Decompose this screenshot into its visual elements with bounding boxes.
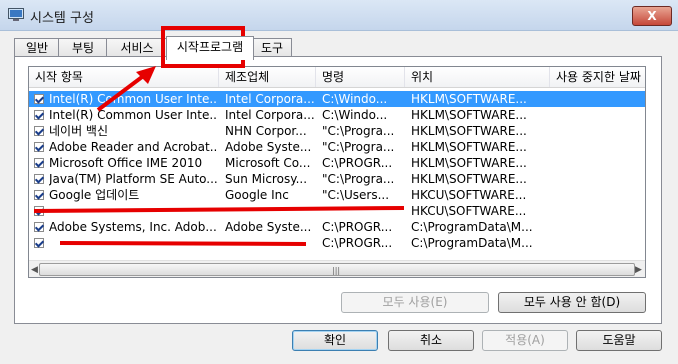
- manufacturer-cell: Microsoft Co...: [225, 156, 311, 170]
- checkbox[interactable]: [34, 174, 44, 184]
- table-row[interactable]: Java(TM) Platform SE Auto... Sun Microsy…: [29, 171, 645, 187]
- tab-boot[interactable]: 부팅: [58, 38, 108, 58]
- command-cell: C:\PROGR...: [322, 156, 393, 170]
- checkbox[interactable]: [34, 126, 44, 136]
- manufacturer-cell: Intel Corpora...: [225, 92, 315, 106]
- manufacturer-cell: NHN Corpor...: [225, 124, 307, 138]
- location-cell: HKCU\SOFTWARE...: [411, 204, 527, 218]
- startup-item-cell: Google 업데이트: [49, 188, 140, 202]
- cancel-button[interactable]: 취소: [388, 330, 474, 351]
- enable-all-button[interactable]: 모두 사용(E): [341, 292, 489, 313]
- location-cell: HKLM\SOFTWARE...: [411, 124, 527, 138]
- location-cell: HKLM\SOFTWARE...: [411, 156, 527, 170]
- checkbox[interactable]: [34, 142, 44, 152]
- location-cell: HKLM\SOFTWARE...: [411, 92, 527, 106]
- startup-item-cell: Adobe Systems, Inc. Adob...: [49, 220, 217, 234]
- location-cell: HKLM\SOFTWARE...: [411, 172, 527, 186]
- checkbox[interactable]: [34, 206, 44, 216]
- checkbox[interactable]: [34, 158, 44, 168]
- command-cell: "C:\Progra...: [322, 124, 395, 138]
- table-row[interactable]: 네이버 백신 NHN Corpor... "C:\Progra... HKLM\…: [29, 123, 645, 139]
- horizontal-scrollbar[interactable]: ◀ ||| ▶: [29, 260, 645, 277]
- location-cell: C:\ProgramData\M...: [411, 236, 533, 250]
- table-row[interactable]: Google 업데이트 Google Inc "C:\Users... HKCU…: [29, 187, 645, 203]
- tab-services[interactable]: 서비스: [106, 38, 168, 58]
- checkbox[interactable]: [34, 110, 44, 120]
- system-config-icon: [8, 8, 24, 21]
- close-button[interactable]: X: [632, 6, 672, 26]
- window-title: 시스템 구성: [30, 11, 94, 26]
- manufacturer-cell: Google Inc: [225, 188, 289, 202]
- checkbox[interactable]: [34, 238, 44, 248]
- table-row[interactable]: Intel(R) Common User Inte... Intel Corpo…: [29, 107, 645, 123]
- disable-all-button[interactable]: 모두 사용 안 함(D): [498, 292, 646, 313]
- grip-icon: |||: [332, 266, 341, 275]
- startup-list[interactable]: 시작 항목 제조업체 명령 위치 사용 중지한 날짜 Intel(R) Comm…: [28, 66, 646, 278]
- startup-item-cell: [49, 203, 217, 219]
- scroll-right-icon[interactable]: ▶: [635, 265, 642, 275]
- table-row[interactable]: Intel(R) Common User Inte... Intel Corpo…: [29, 91, 645, 107]
- column-header-disabled-date[interactable]: 사용 중지한 날짜: [550, 67, 645, 87]
- table-row[interactable]: Microsoft Office IME 2010 Microsoft Co..…: [29, 155, 645, 171]
- table-row[interactable]: Adobe Systems, Inc. Adob... Adobe Syste.…: [29, 219, 645, 235]
- checkbox[interactable]: [34, 222, 44, 232]
- command-cell: C:\Windo...: [322, 108, 388, 122]
- manufacturer-cell: [225, 235, 315, 251]
- location-cell: C:\ProgramData\M...: [411, 220, 533, 234]
- table-row[interactable]: HKCU\SOFTWARE...: [29, 203, 645, 219]
- location-cell: HKLM\SOFTWARE...: [411, 108, 527, 122]
- startup-item-cell: Intel(R) Common User Inte...: [49, 108, 217, 122]
- checkbox[interactable]: [34, 190, 44, 200]
- command-cell: C:\PROGR...: [322, 220, 393, 234]
- manufacturer-cell: [225, 203, 315, 219]
- manufacturer-cell: Sun Microsy...: [225, 172, 308, 186]
- tab-general[interactable]: 일반: [14, 38, 60, 58]
- table-row[interactable]: C:\PROGR... C:\ProgramData\M...: [29, 235, 645, 251]
- help-button[interactable]: 도움말: [576, 330, 662, 351]
- ok-button[interactable]: 확인: [292, 330, 378, 351]
- command-cell: C:\Windo...: [322, 92, 388, 106]
- table-row[interactable]: Adobe Reader and Acrobat... Adobe Syste.…: [29, 139, 645, 155]
- command-cell: C:\PROGR...: [322, 236, 393, 250]
- command-cell: "C:\Progra...: [322, 140, 395, 154]
- command-cell: "C:\Users...: [322, 188, 390, 202]
- column-header-location[interactable]: 위치: [405, 67, 550, 87]
- startup-item-cell: Intel(R) Common User Inte...: [49, 92, 217, 106]
- list-header: 시작 항목 제조업체 명령 위치 사용 중지한 날짜: [29, 67, 645, 88]
- scroll-thumb[interactable]: |||: [39, 263, 635, 276]
- startup-item-cell: [49, 235, 217, 251]
- command-cell: [322, 203, 404, 219]
- column-header-startup-item[interactable]: 시작 항목: [29, 67, 219, 87]
- manufacturer-cell: Adobe Syste...: [225, 140, 312, 154]
- startup-item-cell: Microsoft Office IME 2010: [49, 156, 203, 170]
- apply-button[interactable]: 적용(A): [482, 330, 568, 351]
- command-cell: "C:\Progra...: [322, 172, 395, 186]
- column-header-command[interactable]: 명령: [316, 67, 405, 87]
- manufacturer-cell: Intel Corpora...: [225, 108, 315, 122]
- startup-item-cell: 네이버 백신: [49, 124, 109, 138]
- startup-item-cell: Java(TM) Platform SE Auto...: [49, 172, 217, 186]
- checkbox[interactable]: [34, 94, 44, 104]
- scroll-left-icon[interactable]: ◀: [31, 265, 38, 275]
- manufacturer-cell: Adobe Syste...: [225, 220, 312, 234]
- column-header-manufacturer[interactable]: 제조업체: [219, 67, 316, 87]
- startup-item-cell: Adobe Reader and Acrobat...: [49, 140, 217, 154]
- title-bar: 시스템 구성 X: [0, 0, 678, 31]
- location-cell: HKCU\SOFTWARE...: [411, 188, 527, 202]
- tab-tools[interactable]: 도구: [252, 38, 292, 58]
- tab-startup[interactable]: 시작프로그램: [166, 36, 254, 60]
- location-cell: HKLM\SOFTWARE...: [411, 140, 527, 154]
